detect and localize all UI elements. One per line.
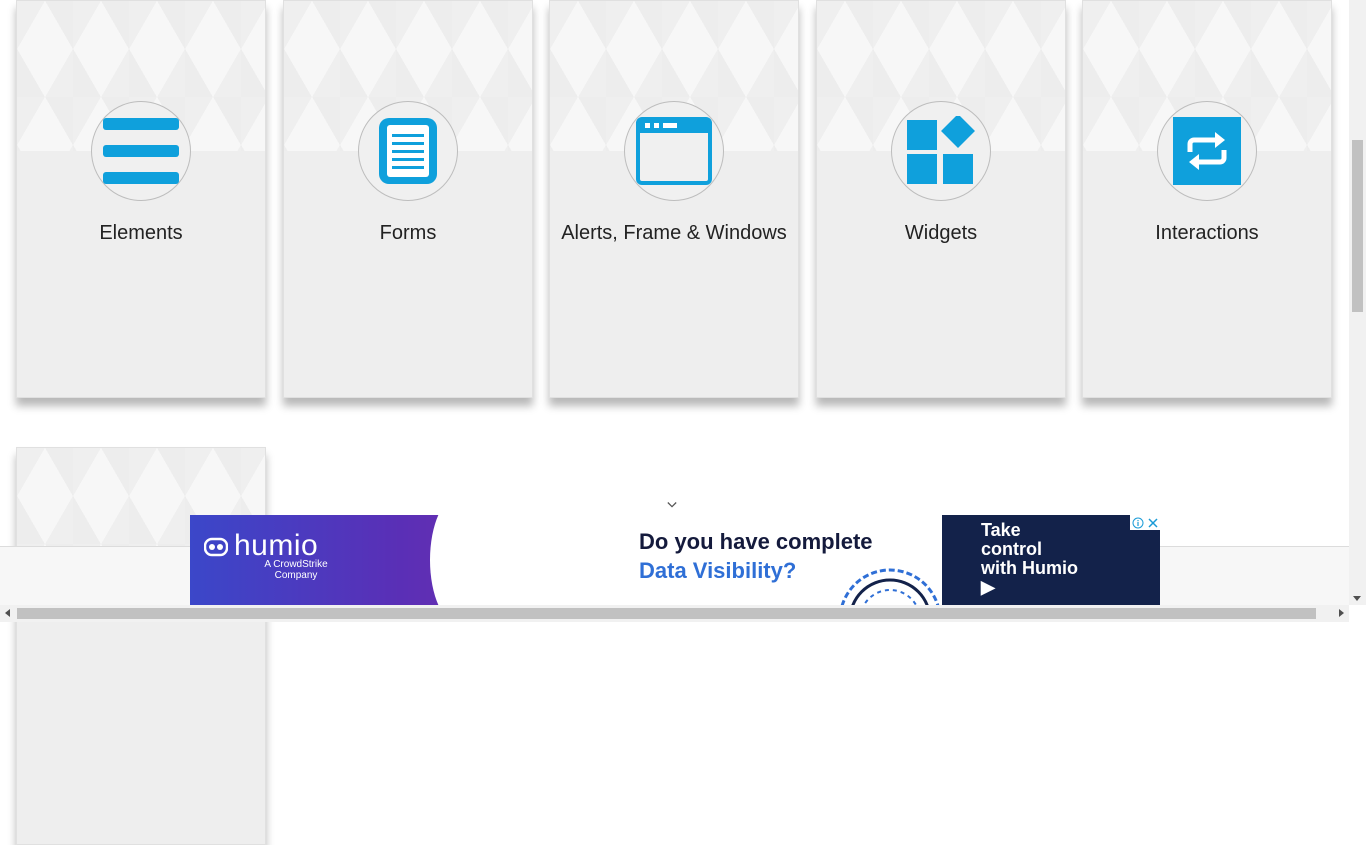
ad-headline-1: Do you have complete [639,529,873,554]
ad-headline-2: Data Visibility? [639,558,797,583]
card-interactions[interactable]: Interactions [1082,0,1332,398]
scroll-right-arrow-icon[interactable] [1339,609,1344,617]
ad-right-panel: Take control with Humio ▶ [942,515,1160,605]
avatar [358,101,458,201]
menu-lines-icon [103,118,179,184]
card-title: Forms [379,222,437,244]
card-title: Elements [99,222,183,244]
avatar [891,101,991,201]
card-widgets[interactable]: Widgets [816,0,1066,398]
ad-circle-graphic [840,568,940,605]
ad-brand: humio [234,529,319,562]
vertical-scroll-thumb[interactable] [1352,140,1363,312]
scroll-down-arrow-icon[interactable] [1353,596,1361,601]
repeat-arrows-icon [1173,117,1241,185]
ad-cta[interactable]: Take control with Humio ▶ [981,521,1081,597]
ad-controls [1130,515,1160,530]
card-title: Interactions [1155,222,1259,244]
avatar [1157,101,1257,201]
card-book-store[interactable] [16,447,266,845]
vertical-scrollbar[interactable] [1349,0,1366,605]
avatar [624,101,724,201]
card-forms[interactable]: Forms [283,0,533,398]
humio-owl-icon [204,537,228,557]
card-elements[interactable]: Elements [16,0,266,398]
avatar [91,101,191,201]
chevron-down-icon[interactable] [667,500,677,510]
browser-window-icon [636,117,712,185]
close-icon[interactable] [1147,517,1159,529]
info-icon[interactable] [1132,517,1144,529]
document-icon [379,118,437,184]
card-title: Widgets [904,222,978,244]
ad-brand-sub: A CrowdStrike Company [264,559,328,581]
ad-banner[interactable]: humio A CrowdStrike Company Do you have … [190,515,1160,605]
widgets-blocks-icon [907,116,975,184]
horizontal-scroll-thumb[interactable] [17,608,1316,619]
ad-curve [430,515,490,605]
card-title: Alerts, Frame & Windows [561,222,787,244]
scroll-left-arrow-icon[interactable] [5,609,10,617]
card-alerts-frame-windows[interactable]: Alerts, Frame & Windows [549,0,799,398]
horizontal-scrollbar[interactable] [0,605,1349,622]
